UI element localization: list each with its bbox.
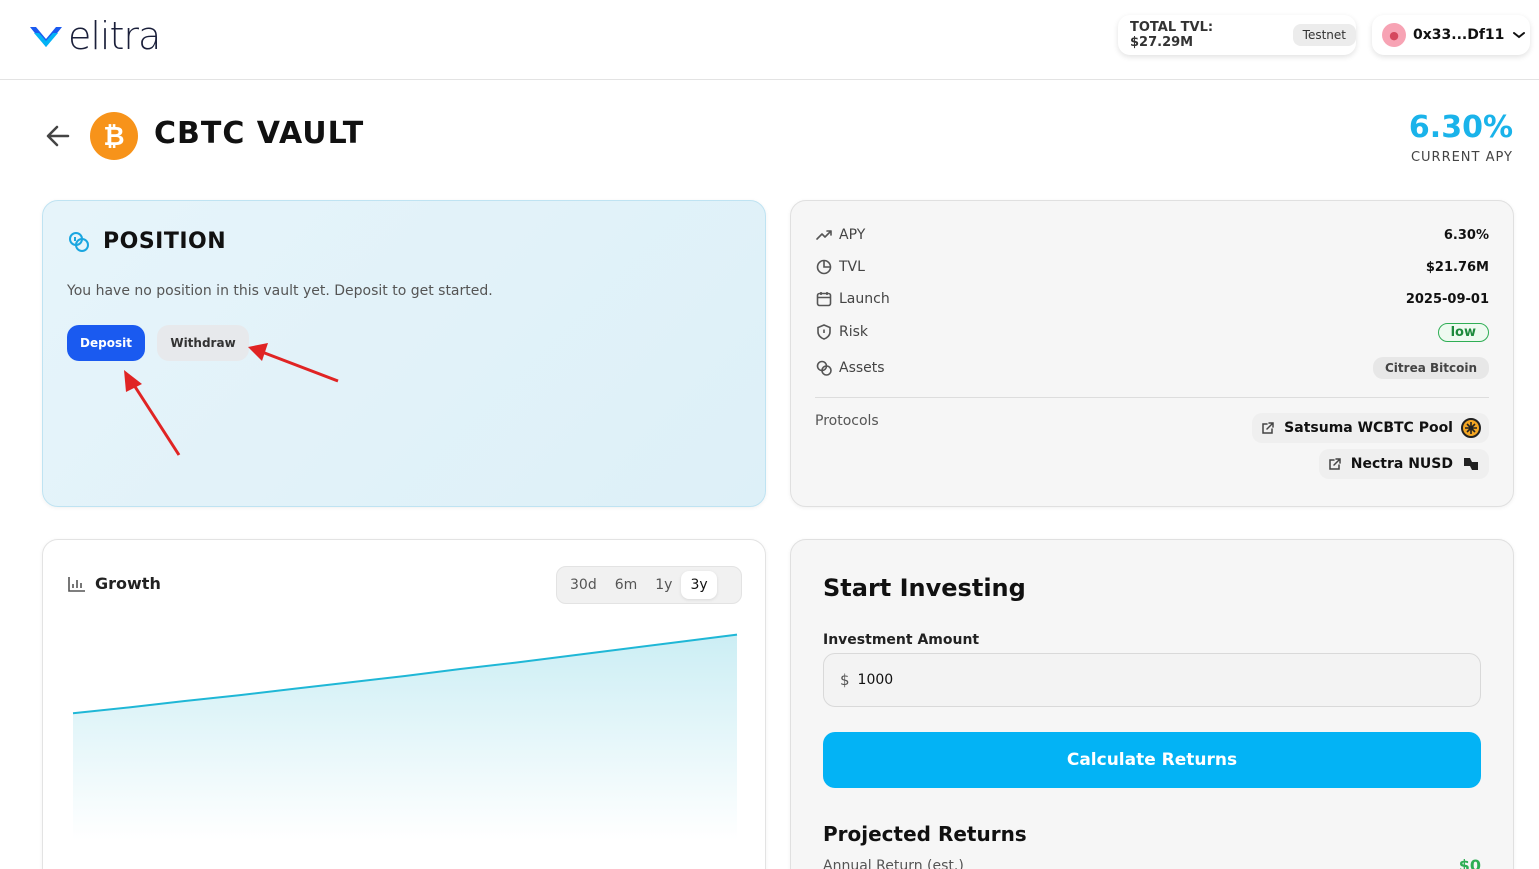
chevron-down-icon xyxy=(1513,32,1526,39)
protocol-link-nectra[interactable]: Nectra NUSD xyxy=(1318,449,1489,479)
investment-amount-label: Investment Amount xyxy=(823,632,980,648)
coins-icon xyxy=(816,360,832,376)
stat-value: 6.30% xyxy=(1443,227,1489,243)
range-tab-6m[interactable]: 6m xyxy=(606,571,647,599)
time-range-tabs: 30d 6m 1y 3y xyxy=(556,566,742,604)
asset-chip: Citrea Bitcoin xyxy=(1373,357,1489,379)
growth-title: Growth xyxy=(95,574,161,593)
position-card: POSITION You have no position in this va… xyxy=(42,200,766,507)
wallet-address: 0x33...Df11 xyxy=(1413,27,1505,43)
coins-icon xyxy=(69,231,89,252)
stat-label: APY xyxy=(839,227,866,243)
protocol-link-satsuma[interactable]: Satsuma WCBTC Pool xyxy=(1252,413,1489,443)
wallet-button[interactable]: ● 0x33...Df11 xyxy=(1372,15,1530,55)
start-investing-card: Start Investing Investment Amount $ Calc… xyxy=(790,539,1514,869)
stat-value: 2025-09-01 xyxy=(1405,291,1489,307)
external-link-icon xyxy=(1329,458,1341,470)
elitra-logo-mark-icon xyxy=(30,27,62,47)
growth-card: Growth 30d 6m 1y 3y xyxy=(42,539,766,869)
nectra-logo-icon xyxy=(1464,458,1478,470)
invest-title: Start Investing xyxy=(823,574,1026,602)
growth-area-fill xyxy=(73,634,737,840)
trending-up-icon xyxy=(816,230,832,240)
total-tvl: TOTAL TVL: $27.29M xyxy=(1130,20,1214,50)
vault-title: CBTC VAULT xyxy=(154,116,365,151)
calculate-returns-button[interactable]: Calculate Returns xyxy=(823,732,1481,788)
top-navigation-bar: elitra TOTAL TVL: $27.29M Testnet ● 0x33… xyxy=(0,0,1539,80)
stat-label: Assets xyxy=(839,360,885,376)
divider xyxy=(815,397,1489,398)
protocol-name: Nectra NUSD xyxy=(1350,456,1453,472)
stat-label: Risk xyxy=(839,324,869,340)
stat-row-apy: APY 6.30% xyxy=(815,224,1489,246)
position-header: POSITION xyxy=(67,229,226,254)
no-position-message: You have no position in this vault yet. … xyxy=(67,283,493,299)
wallet-avatar-icon: ● xyxy=(1382,23,1406,47)
pie-chart-icon xyxy=(816,259,832,275)
current-apy-label: CURRENT APY xyxy=(1410,150,1513,165)
growth-header: Growth xyxy=(67,574,161,593)
deposit-button[interactable]: Deposit xyxy=(67,325,145,361)
satsuma-logo-icon xyxy=(1461,418,1481,438)
protocols-label: Protocols xyxy=(815,413,879,429)
bitcoin-coin-icon: ₿ xyxy=(90,112,138,160)
protocol-name: Satsuma WCBTC Pool xyxy=(1284,420,1453,436)
currency-symbol: $ xyxy=(840,671,850,689)
bar-chart-icon xyxy=(68,576,85,592)
vault-stats-card: APY 6.30% TVL $21.76M Launch 2025-09-01 … xyxy=(790,200,1514,507)
shield-icon xyxy=(817,324,831,340)
withdraw-button[interactable]: Withdraw xyxy=(157,325,249,361)
stat-row-risk: Risk low xyxy=(815,321,1489,343)
investment-amount-input[interactable] xyxy=(857,672,1418,688)
total-tvl-pill: TOTAL TVL: $27.29M Testnet xyxy=(1118,15,1356,55)
annual-return-value: $0 xyxy=(1458,856,1481,869)
stat-label: Launch xyxy=(839,291,890,307)
stat-row-tvl: TVL $21.76M xyxy=(815,256,1489,278)
stat-row-assets: Assets Citrea Bitcoin xyxy=(815,357,1489,379)
annual-return-label: Annual Return (est.) xyxy=(823,858,964,869)
network-badge: Testnet xyxy=(1292,24,1356,46)
back-arrow-icon[interactable] xyxy=(44,122,72,150)
investment-amount-field[interactable]: $ xyxy=(823,653,1481,707)
logo-text: elitra xyxy=(68,14,161,58)
calendar-icon xyxy=(816,292,832,307)
stat-row-launch: Launch 2025-09-01 xyxy=(815,288,1489,310)
projected-returns-title: Projected Returns xyxy=(823,822,1027,846)
position-title: POSITION xyxy=(103,229,227,254)
range-tab-30d[interactable]: 30d xyxy=(561,571,606,599)
range-tab-1y[interactable]: 1y xyxy=(646,571,681,599)
stat-value: $21.76M xyxy=(1425,259,1489,275)
range-tab-3y[interactable]: 3y xyxy=(681,571,717,599)
risk-badge: low xyxy=(1437,322,1489,342)
current-apy-value: 6.30% xyxy=(1408,110,1513,145)
elitra-logo[interactable]: elitra xyxy=(28,14,161,58)
external-link-icon xyxy=(1262,422,1274,434)
stat-label: TVL xyxy=(839,259,865,275)
